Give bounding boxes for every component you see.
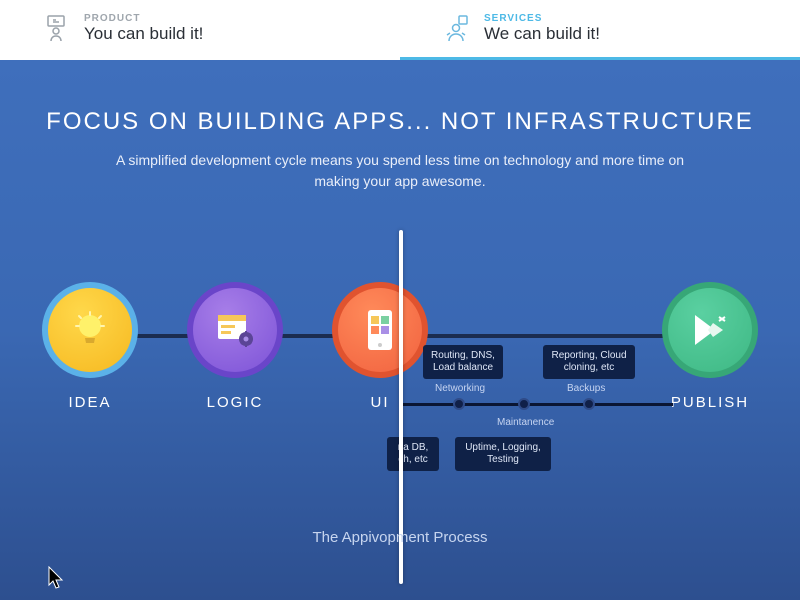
node-idea: IDEA xyxy=(30,282,150,411)
publish-label: PUBLISH xyxy=(671,394,749,411)
tab-services-title: We can build it! xyxy=(484,24,600,44)
node-gap xyxy=(465,282,625,411)
logic-label: LOGIC xyxy=(207,394,264,411)
window-gear-icon xyxy=(212,307,258,353)
node-publish: PUBLISH xyxy=(650,282,770,411)
node-logic: LOGIC xyxy=(175,282,295,411)
diagram-caption: The Appivopment Process xyxy=(0,529,800,546)
tab-product[interactable]: PRODUCT You can build it! xyxy=(0,0,400,60)
hero-subtext: A simplified development cycle means you… xyxy=(100,150,700,192)
publish-circle xyxy=(662,282,758,378)
ui-circle xyxy=(332,282,428,378)
tab-services-eyebrow: SERVICES xyxy=(484,13,600,24)
node-ui: UI xyxy=(320,282,440,411)
appstore-play-icon xyxy=(685,305,735,355)
phone-icon xyxy=(360,306,400,354)
hero-heading: FOCUS ON BUILDING APPS... NOT INFRASTRUC… xyxy=(0,108,800,136)
tab-services[interactable]: SERVICES We can build it! xyxy=(400,0,800,60)
tab-product-title: You can build it! xyxy=(84,24,203,44)
services-icon xyxy=(440,13,472,45)
tab-product-eyebrow: PRODUCT xyxy=(84,13,203,24)
ui-label: UI xyxy=(371,394,390,411)
hero-section: FOCUS ON BUILDING APPS... NOT INFRASTRUC… xyxy=(0,60,800,600)
cursor-icon xyxy=(48,566,66,590)
logic-circle xyxy=(187,282,283,378)
idea-label: IDEA xyxy=(68,394,111,411)
idea-circle xyxy=(42,282,138,378)
top-tabs: PRODUCT You can build it! SERVICES We ca… xyxy=(0,0,800,60)
product-icon xyxy=(40,13,72,45)
lightbulb-icon xyxy=(68,308,112,352)
